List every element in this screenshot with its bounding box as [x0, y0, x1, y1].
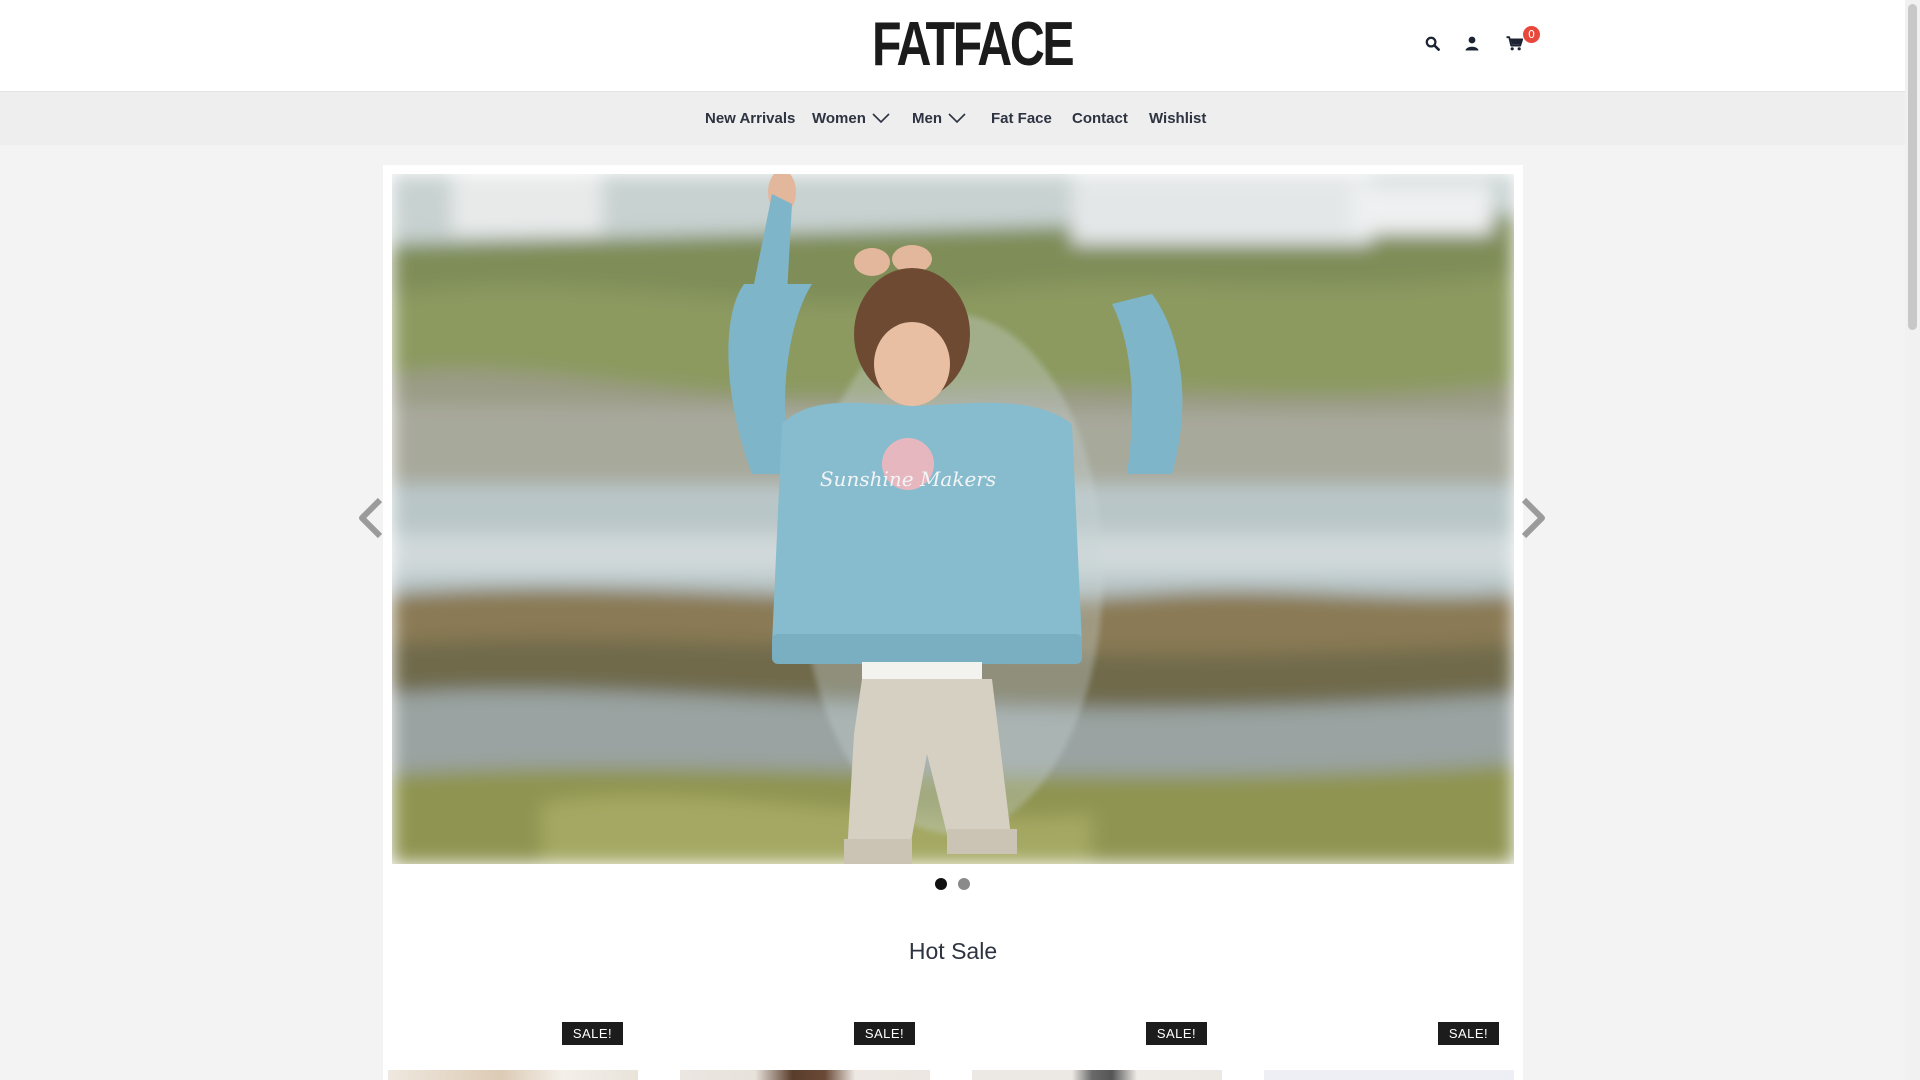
- nav-item-label: Contact: [1072, 110, 1128, 127]
- nav-item-label: Fat Face: [991, 110, 1052, 127]
- nav-item-label: New Arrivals: [705, 110, 796, 127]
- slider-dot-2[interactable]: [958, 878, 970, 890]
- nav-item-women[interactable]: Women: [812, 92, 890, 146]
- sale-badge: SALE!: [1146, 1022, 1207, 1045]
- nav-item-men[interactable]: Men: [912, 92, 966, 146]
- search-icon[interactable]: [1423, 34, 1441, 52]
- product-card[interactable]: SALE!: [388, 1022, 638, 1080]
- nav-item-label: Women: [812, 110, 866, 127]
- page-scrollbar[interactable]: [1905, 0, 1920, 1080]
- product-image[interactable]: [388, 1070, 638, 1080]
- slider-dot-1[interactable]: [935, 878, 947, 890]
- product-image[interactable]: [972, 1070, 1222, 1080]
- shirt-print-text: Sunshine Makers: [820, 467, 996, 491]
- chevron-down-icon: [872, 112, 890, 123]
- brand-logo[interactable]: FATFACE: [872, 14, 1075, 76]
- page: FATFACE 0 New Arrivals Women Men Fat Fac…: [0, 0, 1920, 1080]
- product-card[interactable]: SALE!: [680, 1022, 930, 1080]
- sale-badge: SALE!: [1438, 1022, 1499, 1045]
- product-card[interactable]: SALE!: [972, 1022, 1222, 1080]
- hero-slider[interactable]: Sunshine Makers: [392, 174, 1514, 864]
- slider-next-arrow[interactable]: [1518, 496, 1548, 540]
- scrollbar-thumb[interactable]: [1908, 4, 1917, 330]
- nav-item-label: Men: [912, 110, 942, 127]
- product-image[interactable]: [680, 1070, 930, 1080]
- sale-badge: SALE!: [854, 1022, 915, 1045]
- nav-item-label: Wishlist: [1149, 110, 1207, 127]
- cart-count-badge: 0: [1523, 26, 1540, 43]
- product-card[interactable]: SALE!: [1264, 1022, 1514, 1080]
- user-icon[interactable]: [1463, 34, 1481, 52]
- nav-item-contact[interactable]: Contact: [1072, 92, 1128, 146]
- sale-badge: SALE!: [562, 1022, 623, 1045]
- section-title: Hot Sale: [908, 938, 998, 964]
- nav-item-wishlist[interactable]: Wishlist: [1149, 92, 1206, 146]
- chevron-down-icon: [948, 112, 966, 123]
- cart-icon[interactable]: [1505, 34, 1523, 52]
- nav-item-fat-face[interactable]: Fat Face: [991, 92, 1052, 146]
- product-image[interactable]: [1264, 1070, 1514, 1080]
- nav-item-new-arrivals[interactable]: New Arrivals: [705, 92, 795, 146]
- main-nav: New Arrivals Women Men Fat Face Contact …: [0, 91, 1905, 145]
- slider-prev-arrow[interactable]: [356, 496, 386, 540]
- site-header: FATFACE 0: [0, 0, 1905, 91]
- hero-slide-image: Sunshine Makers: [392, 174, 1514, 864]
